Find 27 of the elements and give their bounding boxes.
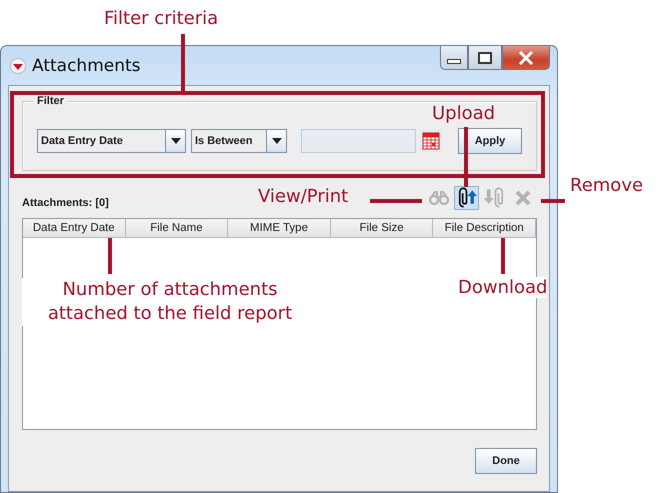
date-field[interactable] xyxy=(301,129,416,153)
annotation-label: View/Print xyxy=(258,186,348,207)
annotation-label: Filter criteria xyxy=(104,8,218,29)
group-label: Filter xyxy=(33,95,68,107)
upload-icon[interactable] xyxy=(454,186,479,210)
annotation-label: Download xyxy=(458,277,548,298)
column-header[interactable]: File Size xyxy=(330,219,434,238)
column-header[interactable]: MIME Type xyxy=(228,219,331,238)
caret-icon xyxy=(170,138,180,144)
app-icon xyxy=(10,58,26,74)
calendar-icon[interactable] xyxy=(420,130,442,152)
dropdown[interactable]: Data Entry Date xyxy=(37,129,186,153)
apply-button[interactable]: Apply xyxy=(458,128,522,154)
done-button[interactable]: Done xyxy=(475,448,537,474)
close-button[interactable] xyxy=(502,46,550,70)
column-header[interactable]: File Description xyxy=(433,219,536,238)
column-header[interactable]: File Name xyxy=(126,219,228,238)
dropdown[interactable]: Is Between xyxy=(191,129,287,153)
maximize-button[interactable] xyxy=(468,46,502,70)
minimize-button[interactable] xyxy=(440,46,468,70)
annotation-label: Upload xyxy=(432,103,496,124)
window-title: Attachments xyxy=(32,56,142,76)
annotation-label: Remove xyxy=(570,175,644,196)
column-header[interactable]: Data Entry Date xyxy=(23,219,126,238)
caret-icon xyxy=(272,138,282,144)
attachment-count: Attachments: [0] xyxy=(22,197,109,209)
close-icon xyxy=(518,50,534,64)
